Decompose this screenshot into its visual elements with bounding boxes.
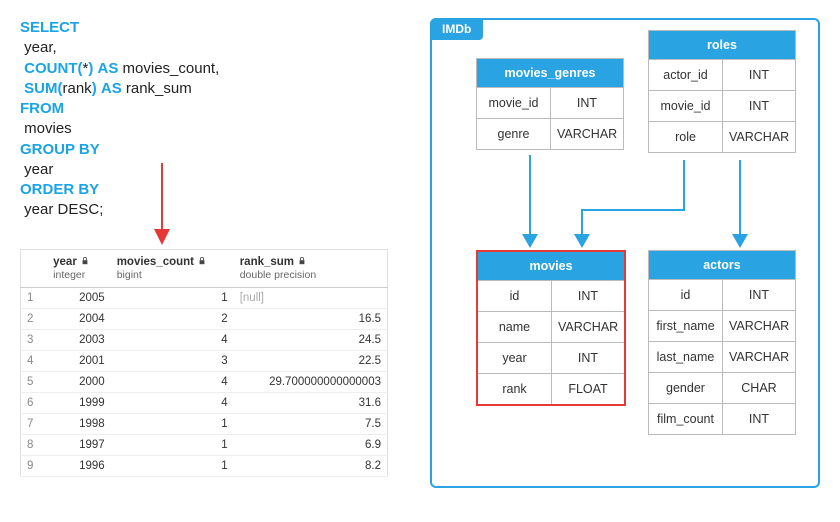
sql-table: movies: [24, 120, 72, 137]
table-row: 42001322.5: [21, 350, 388, 371]
lock-icon: [198, 256, 206, 264]
kw-from: FROM: [20, 100, 64, 117]
schema-panel: IMDb movies_genres movie_idINT genreVARC…: [430, 18, 820, 488]
page-root: SELECT year, COUNT(*) AS movies_count, S…: [20, 18, 820, 488]
table-row: 8199716.9: [21, 434, 388, 455]
col-idx: [21, 249, 48, 287]
sql-query: SELECT year, COUNT(*) AS movies_count, S…: [20, 18, 390, 221]
result-body: 120051[null]22004216.532003424.542001322…: [21, 287, 388, 476]
kw-as: AS: [98, 60, 119, 77]
schema-title: IMDb: [430, 18, 483, 40]
result-table: yearinteger movies_countbigint rank_sumd…: [20, 249, 388, 477]
lock-icon: [81, 256, 89, 264]
sql-field-year: year,: [24, 39, 57, 56]
table-row: 120051[null]: [21, 287, 388, 308]
table-movies-genres: movies_genres movie_idINT genreVARCHAR: [476, 58, 624, 150]
right-column: IMDb movies_genres movie_idINT genreVARC…: [430, 18, 820, 488]
kw-select: SELECT: [20, 19, 79, 36]
table-row: 9199618.2: [21, 455, 388, 476]
kw-sum: SUM(: [24, 80, 62, 97]
table-row: 22004216.5: [21, 308, 388, 329]
arrow-down-icon: [150, 161, 180, 249]
table-row: 7199817.5: [21, 413, 388, 434]
table-movies: movies idINT nameVARCHAR yearINT rankFLO…: [476, 250, 626, 406]
col-rank-sum: rank_sumdouble precision: [234, 249, 388, 287]
table-actors: actors idINT first_nameVARCHAR last_name…: [648, 250, 796, 435]
kw-group-by: GROUP BY: [20, 141, 100, 158]
col-movies-count: movies_countbigint: [111, 249, 234, 287]
table-row: 52000429.700000000000003: [21, 371, 388, 392]
kw-order-by: ORDER BY: [20, 181, 99, 198]
kw-count: COUNT(: [24, 60, 82, 77]
col-year: yearinteger: [47, 249, 111, 287]
lock-icon: [298, 256, 306, 264]
table-roles: roles actor_idINT movie_idINT roleVARCHA…: [648, 30, 796, 153]
table-row: 32003424.5: [21, 329, 388, 350]
left-column: SELECT year, COUNT(*) AS movies_count, S…: [20, 18, 390, 488]
table-row: 61999431.6: [21, 392, 388, 413]
